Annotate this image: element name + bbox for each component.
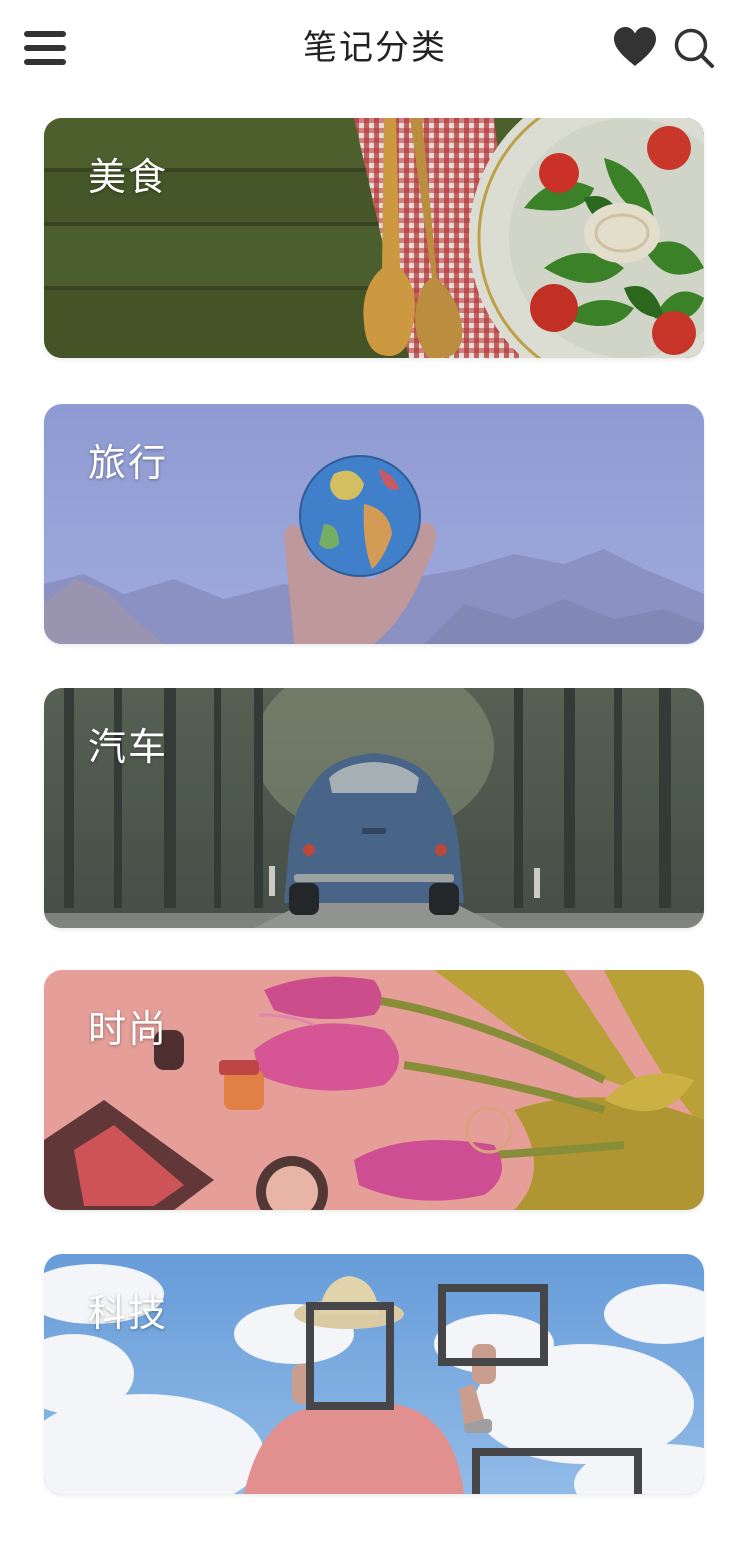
app-screen: 笔记分类 美食 旅行 汽车 时尚 科技 (0, 0, 750, 1548)
category-card-food[interactable]: 美食 (44, 118, 704, 358)
search-button[interactable] (672, 26, 716, 70)
category-card-car[interactable]: 汽车 (44, 688, 704, 928)
top-bar: 笔记分类 (0, 0, 750, 96)
heart-icon (614, 27, 656, 66)
category-card-travel[interactable]: 旅行 (44, 404, 704, 644)
category-label: 汽车 (88, 725, 169, 769)
category-card-tech[interactable]: 科技 (44, 1254, 704, 1494)
category-label: 美食 (88, 155, 169, 199)
search-icon (674, 28, 714, 68)
category-label: 科技 (88, 1291, 169, 1335)
category-label: 旅行 (88, 441, 169, 485)
hamburger-menu-icon (24, 28, 68, 68)
category-card-fashion[interactable]: 时尚 (44, 970, 704, 1210)
favorites-button[interactable] (612, 26, 658, 68)
menu-button[interactable] (24, 28, 68, 68)
page-title: 笔记分类 (303, 28, 447, 68)
category-label: 时尚 (88, 1007, 169, 1051)
